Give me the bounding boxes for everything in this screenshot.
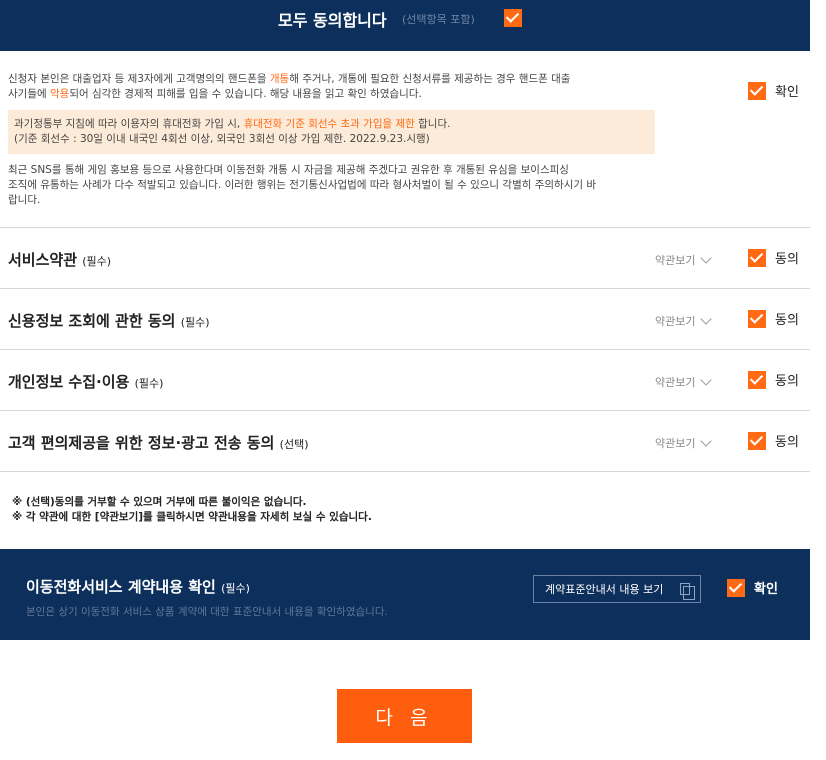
- notice-highlight: 악용: [49, 88, 70, 100]
- checkbox-checked-icon[interactable]: [748, 431, 766, 450]
- term-agree[interactable]: 동의: [748, 248, 799, 267]
- all-agree-checkbox[interactable]: [504, 9, 522, 27]
- chevron-down-icon: [700, 373, 713, 386]
- term-agree-label[interactable]: 동의: [775, 248, 799, 267]
- notice-confirm-label[interactable]: 확인: [775, 81, 799, 100]
- term-agree[interactable]: 동의: [748, 309, 799, 328]
- notice-text: 사기들에: [8, 88, 50, 100]
- chevron-down-icon: [700, 434, 713, 447]
- notice-highlight: 휴대전화 기준 회선수 초과 가입을 제한: [243, 118, 415, 130]
- view-contract-doc-label[interactable]: 계약표준안내서 내용 보기: [545, 581, 663, 597]
- all-agree-label[interactable]: 모두 동의합니다: [278, 7, 387, 31]
- fraud-notice: 신청자 본인은 대출업자 등 제3자에게 고객명의의 핸드폰을 개통해 주거나,…: [8, 72, 658, 102]
- all-agree-bar: 모두 동의합니다 (선택항목 포함): [0, 0, 810, 51]
- term-agree-label[interactable]: 동의: [775, 370, 799, 389]
- contract-agree-label[interactable]: 확인: [754, 578, 778, 597]
- notice-text: (기준 회선수 : 30일 이내 내국인 4회선 이상, 외국인 3회선 이상 …: [14, 133, 430, 145]
- notice-text: 해 주거나, 개통에 필요한 신청서류를 제공하는 경우 핸드폰 대출: [289, 73, 571, 85]
- term-title: 고객 편의제공을 위한 정보·광고 전송 동의 (선택): [8, 432, 308, 453]
- term-title-text: 신용정보 조회에 관한 동의: [8, 312, 176, 330]
- notice-highlight: 개통: [269, 73, 290, 85]
- checkbox-checked-icon[interactable]: [748, 370, 766, 389]
- term-title: 개인정보 수집·이용 (필수): [8, 371, 163, 392]
- view-contract-doc-button[interactable]: 계약표준안내서 내용 보기: [533, 575, 701, 603]
- notice-text: 과기정통부 지침에 따라 이용자의 휴대전화 가입 시,: [14, 118, 244, 130]
- term-row-privacy: 개인정보 수집·이용 (필수) 약관보기 동의: [0, 350, 810, 410]
- term-agree[interactable]: 동의: [748, 370, 799, 389]
- view-terms-link[interactable]: 약관보기: [655, 312, 713, 329]
- view-terms-label[interactable]: 약관보기: [655, 374, 695, 390]
- term-tag: (필수): [180, 316, 210, 329]
- term-agree-label[interactable]: 동의: [775, 431, 799, 450]
- contract-agree[interactable]: 확인: [727, 578, 778, 597]
- term-tag: (필수): [134, 377, 164, 390]
- footnotes: ※ (선택)동의를 거부할 수 있으며 거부에 따른 불이익은 없습니다. ※ …: [12, 495, 372, 525]
- sns-notice: 최근 SNS를 통해 게임 홍보용 등으로 사용한다며 이동전화 개통 시 자금…: [8, 163, 658, 208]
- copy-icon: [680, 583, 695, 600]
- checkbox-checked-icon[interactable]: [748, 309, 766, 328]
- notice-text: 조직에 유통하는 사례가 다수 적발되고 있습니다. 이러한 행위는 전기통신사…: [8, 179, 597, 191]
- contract-title: 이동전화서비스 계약내용 확인 (필수): [26, 576, 250, 597]
- notice-confirm[interactable]: 확인: [748, 81, 799, 100]
- next-button[interactable]: 다 음: [337, 689, 472, 743]
- view-terms-link[interactable]: 약관보기: [655, 251, 713, 268]
- notice-text: 신청자 본인은 대출업자 등 제3자에게 고객명의의 핸드폰을: [8, 73, 270, 85]
- checkbox-checked-icon[interactable]: [727, 578, 745, 597]
- term-tag: (필수): [82, 255, 112, 268]
- term-title-text: 고객 편의제공을 위한 정보·광고 전송 동의: [8, 434, 275, 452]
- term-agree-label[interactable]: 동의: [775, 309, 799, 328]
- contract-desc: 본인은 상기 이동전화 서비스 상품 계약에 대한 표준안내서 내용을 확인하였…: [26, 606, 388, 618]
- notice-text: 되어 심각한 경제적 피해를 입을 수 있습니다. 해당 내용을 읽고 확인 하…: [69, 88, 422, 100]
- view-terms-link[interactable]: 약관보기: [655, 434, 713, 451]
- contract-tag: (필수): [221, 582, 250, 595]
- notice-text: 랍니다.: [8, 194, 41, 206]
- term-row-marketing: 고객 편의제공을 위한 정보·광고 전송 동의 (선택) 약관보기 동의: [0, 411, 810, 471]
- contract-confirm-box: 이동전화서비스 계약내용 확인 (필수) 본인은 상기 이동전화 서비스 상품 …: [0, 549, 810, 640]
- view-terms-link[interactable]: 약관보기: [655, 373, 713, 390]
- checkbox-checked-icon[interactable]: [748, 248, 766, 267]
- contract-title-text: 이동전화서비스 계약내용 확인: [26, 578, 216, 596]
- chevron-down-icon: [700, 312, 713, 325]
- term-title: 신용정보 조회에 관한 동의 (필수): [8, 310, 210, 331]
- view-terms-label[interactable]: 약관보기: [655, 252, 695, 268]
- checkbox-checked-icon[interactable]: [748, 81, 766, 100]
- term-title: 서비스약관 (필수): [8, 249, 111, 270]
- divider: [0, 471, 810, 472]
- term-title-text: 서비스약관: [8, 251, 78, 269]
- term-agree[interactable]: 동의: [748, 431, 799, 450]
- chevron-down-icon: [700, 251, 713, 264]
- view-terms-label[interactable]: 약관보기: [655, 313, 695, 329]
- line-limit-notice: 과기정통부 지침에 따라 이용자의 휴대전화 가입 시, 휴대전화 기준 회선수…: [8, 110, 655, 154]
- term-row-credit: 신용정보 조회에 관한 동의 (필수) 약관보기 동의: [0, 289, 810, 349]
- view-terms-label[interactable]: 약관보기: [655, 435, 695, 451]
- notice-text: 최근 SNS를 통해 게임 홍보용 등으로 사용한다며 이동전화 개통 시 자금…: [8, 164, 569, 176]
- term-title-text: 개인정보 수집·이용: [8, 373, 130, 391]
- footnote: ※ 각 약관에 대한 [약관보기]를 클릭하시면 약관내용을 자세히 보실 수 …: [12, 511, 372, 523]
- all-agree-sub: (선택항목 포함): [402, 13, 475, 26]
- notice-text: 합니다.: [414, 118, 451, 130]
- term-row-service: 서비스약관 (필수) 약관보기 동의: [0, 228, 810, 288]
- footnote: ※ (선택)동의를 거부할 수 있으며 거부에 따른 불이익은 없습니다.: [12, 496, 307, 508]
- term-tag: (선택): [279, 438, 309, 451]
